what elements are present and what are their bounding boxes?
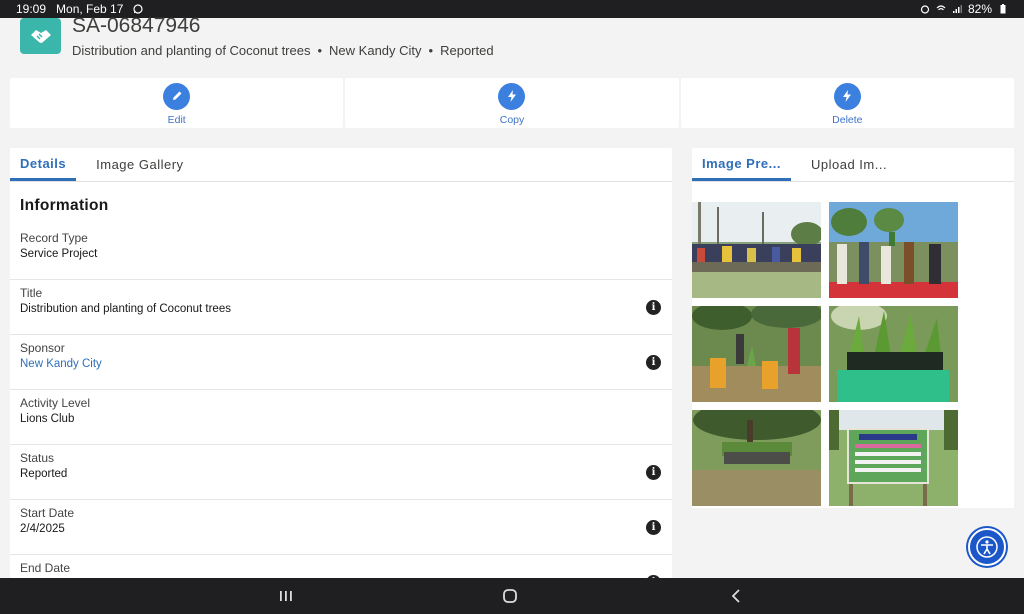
- record-header: SA-06847946 Distribution and planting of…: [0, 14, 1024, 68]
- accessibility-icon: [976, 536, 998, 558]
- gallery-image[interactable]: [692, 306, 821, 402]
- field-label: Start Date: [20, 506, 75, 520]
- info-icon[interactable]: i: [646, 520, 661, 535]
- tab-image-gallery[interactable]: Image Gallery: [86, 148, 193, 181]
- copy-label: Copy: [499, 113, 525, 126]
- field-record-type: Record Type Service Project: [10, 225, 672, 280]
- detail-tabs: Details Image Gallery: [10, 148, 672, 182]
- field-value: 2/4/2025: [20, 523, 65, 535]
- field-label: Status: [20, 451, 55, 465]
- recent-apps-icon[interactable]: [276, 586, 296, 606]
- info-icon[interactable]: i: [646, 355, 661, 370]
- wifi-icon: [936, 5, 946, 13]
- field-activity-level: Activity Level Lions Club: [10, 390, 672, 445]
- field-list: Record Type Service Project Title Distri…: [10, 225, 672, 578]
- field-title: Title Distribution and planting of Cocon…: [10, 280, 672, 335]
- record-subtitle-sponsor: New Kandy City: [329, 43, 422, 58]
- gallery-image[interactable]: [692, 202, 821, 298]
- tab-details[interactable]: Details: [10, 148, 77, 181]
- section-title: Information: [20, 197, 109, 214]
- field-label: End Date: [20, 561, 71, 575]
- pencil-icon: [163, 82, 191, 110]
- field-value: Distribution and planting of Coconut tre…: [20, 303, 231, 315]
- gallery-image[interactable]: [692, 410, 821, 506]
- record-subtitle-status: Reported: [440, 43, 494, 58]
- edit-label: Edit: [167, 113, 186, 126]
- status-time: 19:09: [16, 2, 47, 16]
- field-value: Service Project: [20, 248, 98, 260]
- field-value: Lions Club: [20, 413, 75, 425]
- gallery-image[interactable]: [829, 410, 958, 506]
- action-bar: Edit Copy Delete: [10, 78, 1014, 128]
- details-panel: Details Image Gallery Information Record…: [10, 148, 672, 578]
- record-subtitle: Distribution and planting of Coconut tre…: [72, 43, 494, 58]
- subtitle-separator: •: [428, 43, 434, 58]
- field-label: Title: [20, 286, 43, 300]
- handshake-icon: [20, 18, 61, 54]
- delete-label: Delete: [832, 113, 863, 126]
- field-label: Record Type: [20, 231, 88, 245]
- battery-icon: [1000, 4, 1006, 14]
- field-label: Activity Level: [20, 396, 91, 410]
- field-start-date: Start Date 2/4/2025 i: [10, 500, 672, 555]
- lightning-icon: [833, 82, 861, 110]
- copy-button[interactable]: Copy: [345, 78, 679, 128]
- field-status: Status Reported i: [10, 445, 672, 500]
- accessibility-button[interactable]: [968, 528, 1006, 566]
- record-title: SA-06847946: [72, 14, 201, 37]
- gallery-image[interactable]: [829, 202, 958, 298]
- record-subtitle-title: Distribution and planting of Coconut tre…: [72, 43, 311, 58]
- home-icon[interactable]: [500, 586, 520, 606]
- tab-image-preview[interactable]: Image Pre...: [692, 148, 791, 181]
- lightning-icon: [498, 82, 526, 110]
- image-panel: Image Pre... Upload Im...: [692, 148, 1014, 508]
- subtitle-separator: •: [317, 43, 323, 58]
- info-icon[interactable]: i: [646, 465, 661, 480]
- navigation-bar: [0, 578, 1024, 614]
- alarm-icon: [920, 5, 930, 14]
- gallery-image[interactable]: [829, 306, 958, 402]
- back-icon[interactable]: [726, 586, 746, 606]
- image-tabs: Image Pre... Upload Im...: [692, 148, 1014, 182]
- field-end-date: End Date i: [10, 555, 672, 578]
- sponsor-link[interactable]: New Kandy City: [20, 358, 662, 370]
- whatsapp-icon: [133, 4, 144, 14]
- info-icon[interactable]: i: [646, 300, 661, 315]
- field-sponsor: Sponsor New Kandy City i: [10, 335, 672, 390]
- edit-button[interactable]: Edit: [10, 78, 344, 128]
- battery-percent: 82%: [967, 2, 992, 16]
- field-value: Reported: [20, 468, 68, 480]
- tab-upload-image[interactable]: Upload Im...: [801, 148, 897, 181]
- signal-icon: [952, 5, 962, 13]
- delete-button[interactable]: Delete: [680, 78, 1014, 128]
- field-label: Sponsor: [20, 341, 65, 355]
